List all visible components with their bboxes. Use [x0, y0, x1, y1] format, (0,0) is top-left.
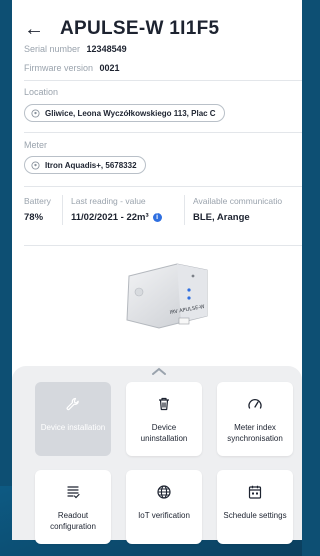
- trash-icon: [159, 397, 169, 411]
- location-value: Gliwice, Leona Wyczółkowskiego 113, Plac…: [45, 108, 216, 118]
- readout-configuration-label: Readout configuration: [50, 511, 96, 531]
- firmware-version-value: 0021: [99, 63, 120, 73]
- gauge-icon: [248, 398, 262, 409]
- location-label: Location: [24, 87, 59, 97]
- back-arrow-icon[interactable]: ←: [24, 19, 50, 39]
- firmware-version-label: Firmware version: [24, 63, 94, 73]
- meter-index-synchronisation-label: Meter index synchronisation: [227, 423, 283, 443]
- divider: [24, 186, 302, 187]
- wrench-icon: [66, 397, 79, 411]
- battery-value: 78%: [24, 212, 44, 223]
- divider: [24, 80, 302, 81]
- column-divider: [184, 195, 185, 225]
- last-reading-label: Last reading - value: [71, 196, 146, 206]
- serial-number-value: 12348549: [86, 44, 127, 54]
- device-uninstallation-label: Device uninstallation: [140, 423, 188, 443]
- communication-label: Available communicatio: [193, 196, 283, 206]
- device-installation-button[interactable]: Device installation: [35, 382, 111, 456]
- firmware-version-row: Firmware version 0021: [24, 63, 120, 73]
- calendar-icon: [248, 485, 262, 499]
- last-reading-row: 11/02/2021 - 22m³ i: [71, 212, 162, 223]
- meter-field[interactable]: Itron Aquadis+, 5678332: [24, 156, 146, 174]
- info-icon[interactable]: i: [152, 213, 162, 222]
- schedule-settings-button[interactable]: Schedule settings: [217, 470, 293, 544]
- serial-number-label: Serial number: [24, 44, 81, 54]
- divider: [24, 245, 302, 246]
- location-pin-icon: [31, 108, 40, 118]
- last-reading-value: 11/02/2021 - 22m³: [71, 212, 149, 223]
- column-divider: [62, 195, 63, 225]
- page-title: APULSE-W 1I1F5: [60, 18, 220, 39]
- meter-value: Itron Aquadis+, 5678332: [45, 160, 137, 170]
- meter-label: Meter: [24, 140, 48, 150]
- serial-number-row: Serial number 12348549: [24, 44, 127, 54]
- divider: [24, 132, 302, 133]
- globe-icon: [157, 485, 171, 499]
- iot-verification-button[interactable]: IoT verification: [126, 470, 202, 544]
- chevron-up-icon[interactable]: [151, 366, 167, 376]
- list-check-icon: [67, 486, 80, 499]
- device-uninstallation-button[interactable]: Device uninstallation: [126, 382, 202, 456]
- meter-index-synchronisation-button[interactable]: Meter index synchronisation: [217, 382, 293, 456]
- meter-icon: [31, 160, 40, 170]
- battery-label: Battery: [24, 196, 51, 206]
- schedule-settings-label: Schedule settings: [223, 511, 287, 520]
- communication-value: BLE, Arange: [193, 212, 250, 223]
- readout-configuration-button[interactable]: Readout configuration: [35, 470, 111, 544]
- location-field[interactable]: Gliwice, Leona Wyczółkowskiego 113, Plac…: [24, 104, 225, 122]
- device-image: IRV APULSE-W: [126, 263, 208, 329]
- header: ← APULSE-W 1I1F5: [24, 16, 219, 42]
- iot-verification-label: IoT verification: [138, 511, 190, 520]
- device-installation-label: Device installation: [40, 423, 106, 432]
